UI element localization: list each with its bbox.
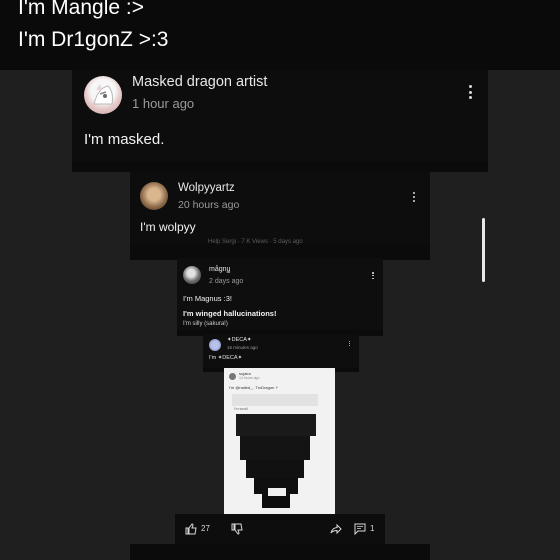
comment-card-1: Masked dragon artist 1 hour ago I'm mask… bbox=[72, 70, 488, 162]
faint-caption: Help Sergi · 7 K Views · 5 days ago bbox=[208, 239, 303, 245]
comment-author[interactable]: Masked dragon artist bbox=[132, 74, 267, 90]
nested-time: 14 hours ago bbox=[239, 376, 260, 380]
nested-stair bbox=[246, 460, 304, 478]
comment-time: 16 minutes ago bbox=[227, 345, 258, 350]
comment-author[interactable]: Wolpyyartz bbox=[178, 182, 235, 194]
more-options-icon[interactable] bbox=[349, 341, 353, 346]
comment-author[interactable]: ✦DECA✦ bbox=[227, 337, 252, 343]
like-icon[interactable] bbox=[185, 523, 197, 535]
nested-white-card bbox=[268, 488, 286, 496]
avatar[interactable] bbox=[209, 339, 221, 351]
comment-action-bar: 27 1 bbox=[175, 514, 385, 544]
comment-card-3: mågnu͇ 2 days ago I'm Magnus :3! I'm win… bbox=[177, 258, 383, 330]
comment-card-2: Wolpyyartz 20 hours ago I'm wolpyy Help … bbox=[130, 172, 430, 245]
comment-time: 20 hours ago bbox=[178, 199, 240, 211]
avatar[interactable] bbox=[140, 182, 168, 210]
avatar bbox=[229, 373, 236, 380]
faint-caption: I'm silly (sakura!) bbox=[183, 321, 228, 327]
nested-stair bbox=[236, 414, 316, 436]
embedded-screenshot: sujaira 14 hours ago I'm @nailed_.. TrxD… bbox=[224, 368, 335, 514]
bottom-strip bbox=[130, 544, 430, 560]
nested-text: I'm @nailed_.. TrxDragon ⚡ bbox=[229, 385, 279, 390]
reply-icon[interactable] bbox=[354, 523, 366, 535]
share-icon[interactable] bbox=[330, 523, 342, 535]
comment-time: 2 days ago bbox=[209, 278, 244, 285]
comment-author[interactable]: mågnu͇ bbox=[209, 266, 230, 273]
overlay-line-2: I'm Dr1gonZ >:3 bbox=[18, 28, 169, 51]
nested-inner-text: I'm small bbox=[234, 407, 248, 411]
comment-text: I'm wolpyy bbox=[140, 220, 196, 234]
more-options-icon[interactable] bbox=[413, 192, 417, 202]
comment-time: 1 hour ago bbox=[132, 96, 195, 111]
reply-count: 1 bbox=[370, 524, 375, 533]
masked-dragon-avatar-icon bbox=[93, 84, 113, 105]
more-options-icon[interactable] bbox=[372, 272, 376, 279]
dislike-icon[interactable] bbox=[231, 523, 243, 535]
nested-stair bbox=[262, 494, 290, 508]
scrollbar[interactable] bbox=[482, 218, 485, 282]
like-count: 27 bbox=[201, 524, 210, 533]
comment-bold-line: I'm winged hallucinations! bbox=[183, 309, 277, 318]
overlay-line-1: I'm Mangle :> bbox=[18, 0, 144, 19]
comment-card-4: ✦DECA✦ 16 minutes ago I'm ✦DECA✦ bbox=[203, 334, 359, 368]
nested-stair bbox=[240, 436, 310, 460]
avatar[interactable] bbox=[183, 266, 201, 284]
nested-reply-box bbox=[232, 394, 318, 406]
more-options-icon[interactable] bbox=[469, 85, 473, 99]
avatar[interactable] bbox=[84, 76, 122, 114]
comment-text: I'm Magnus :3! bbox=[183, 294, 232, 303]
comment-text: I'm ✦DECA✦ bbox=[209, 355, 243, 361]
comment-text: I'm masked. bbox=[84, 131, 165, 148]
